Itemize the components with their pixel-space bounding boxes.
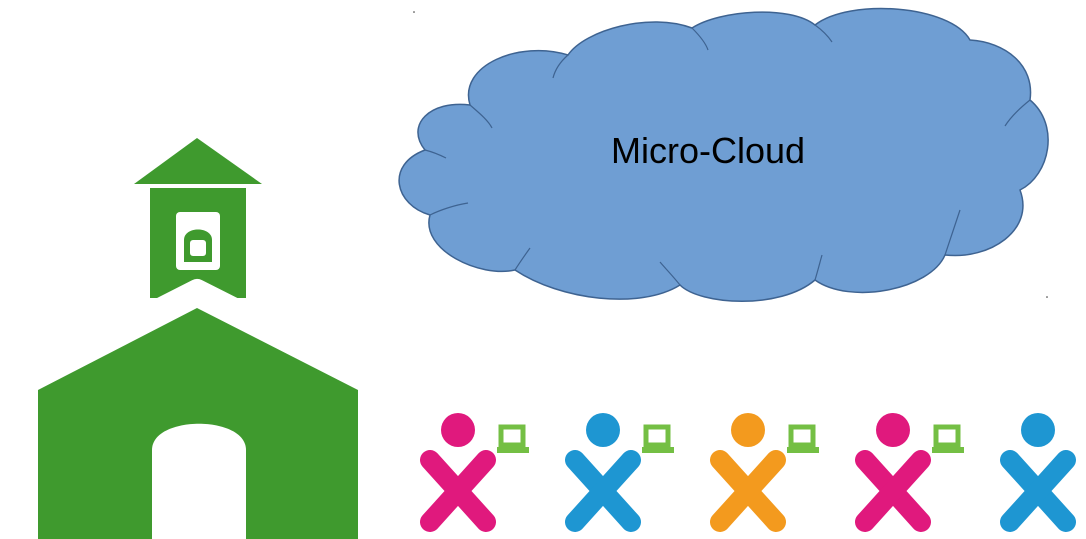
schoolhouse-icon bbox=[9, 138, 387, 539]
laptop-icon bbox=[642, 424, 674, 453]
speck bbox=[1046, 296, 1048, 298]
xo-child-laptop-icon bbox=[710, 413, 819, 532]
laptop-icon bbox=[787, 424, 819, 453]
xo-child-icon bbox=[1000, 413, 1076, 532]
child-head bbox=[586, 413, 620, 447]
cloud: Micro-Cloud bbox=[398, 7, 1049, 302]
child-head bbox=[731, 413, 765, 447]
diagram-canvas: Micro-Cloud bbox=[0, 0, 1086, 539]
laptop-icon bbox=[932, 424, 964, 453]
xo-child-laptop-icon bbox=[420, 413, 529, 532]
child-head bbox=[876, 413, 910, 447]
cloud-label: Micro-Cloud bbox=[611, 130, 805, 171]
xo-child-laptop-icon bbox=[565, 413, 674, 532]
tower-roof bbox=[134, 138, 262, 184]
laptop-icon bbox=[497, 424, 529, 453]
bell-opening-inner bbox=[190, 240, 206, 256]
diagram-svg: Micro-Cloud bbox=[9, 7, 1076, 539]
xo-child-laptop-icon bbox=[855, 413, 964, 532]
children-row bbox=[420, 413, 1076, 532]
child-head bbox=[1021, 413, 1055, 447]
speck bbox=[413, 11, 415, 13]
child-head bbox=[441, 413, 475, 447]
door bbox=[152, 423, 246, 539]
